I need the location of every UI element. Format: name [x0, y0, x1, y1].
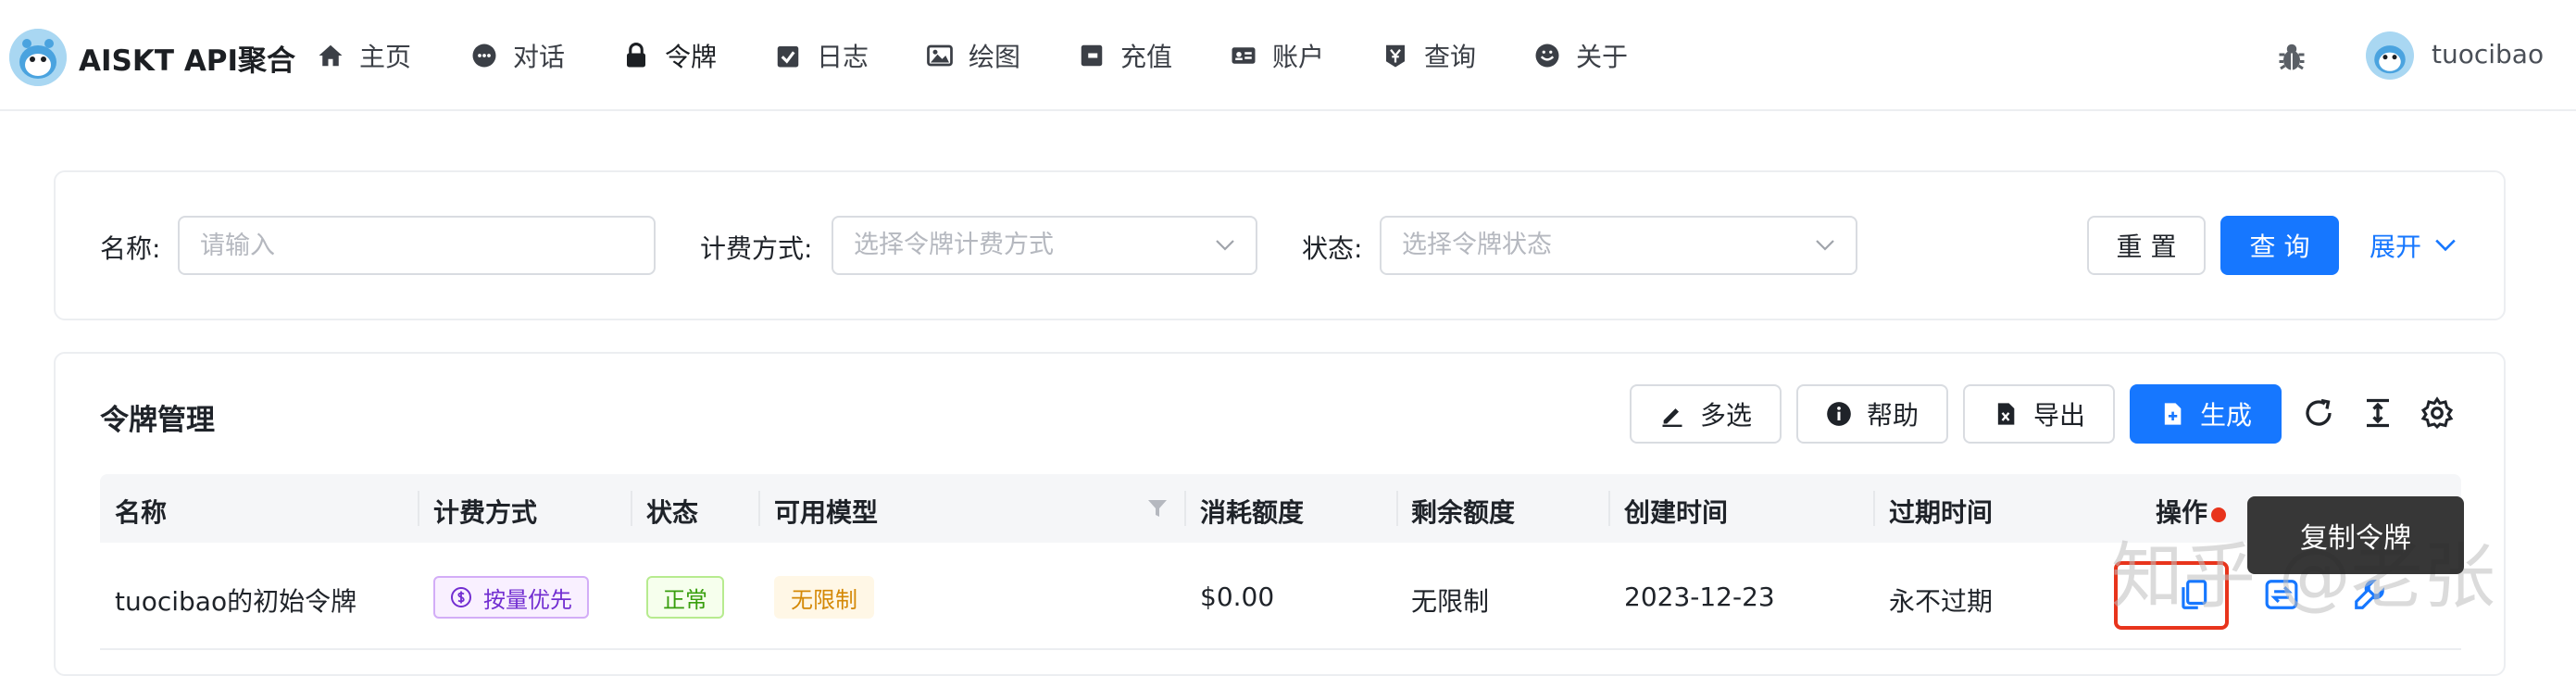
column-divider	[1184, 491, 1186, 526]
nav-label-query: 查询	[1424, 42, 1477, 72]
copy-token-tooltip: 复制令牌	[2247, 496, 2464, 574]
billing-tag-label: 按量优先	[483, 586, 572, 613]
user-name[interactable]: tuocibao	[2432, 39, 2544, 69]
status-filter-select[interactable]: 选择令牌状态	[1380, 216, 1857, 275]
nav-label-logs: 日志	[817, 42, 869, 72]
column-divider	[418, 491, 419, 526]
nav-item-query[interactable]: 查询	[1382, 37, 1476, 74]
home-icon	[319, 44, 343, 67]
row-divider	[100, 648, 2461, 650]
billing-filter-placeholder: 选择令牌计费方式	[854, 231, 1054, 259]
filter-icon[interactable]	[1146, 497, 1169, 520]
status-badge: 正常	[646, 576, 724, 619]
help-label: 帮助	[1866, 400, 1919, 431]
card-title: 令牌管理	[100, 404, 215, 437]
help-button[interactable]: 帮助	[1796, 384, 1948, 444]
nav-item-chat[interactable]: 对话	[470, 37, 565, 74]
chat-icon	[472, 44, 496, 68]
column-divider	[1873, 491, 1875, 526]
export-label: 导出	[2032, 400, 2085, 431]
column-header-billing[interactable]: 计费方式	[433, 493, 537, 530]
chevron-down-icon	[1216, 240, 1234, 251]
column-header-name[interactable]: 名称	[115, 493, 167, 530]
cell-expires: 永不过期	[1889, 586, 1994, 617]
excel-file-icon	[1997, 403, 2015, 425]
multi-select-button[interactable]: 多选	[1630, 384, 1782, 444]
nav-label-account: 账户	[1272, 42, 1325, 72]
wallet-icon	[1081, 44, 1103, 67]
nav-label-about: 关于	[1576, 42, 1629, 72]
logo-icon[interactable]	[9, 29, 67, 86]
nav-label-tokens: 令牌	[665, 42, 718, 72]
billing-filter-select[interactable]: 选择令牌计费方式	[832, 216, 1257, 275]
smile-icon	[1535, 44, 1559, 68]
yen-icon	[1386, 44, 1405, 68]
id-card-icon	[1232, 47, 1256, 64]
generate-button[interactable]: 生成	[2130, 384, 2282, 444]
nav-label-recharge: 充值	[1120, 42, 1173, 72]
nav-item-account[interactable]: 账户	[1230, 37, 1324, 74]
column-divider	[631, 491, 632, 526]
top-navbar: AISKT API聚合 主页 对话 令牌 日志 绘图 充值 账户 查询 关于 t…	[0, 0, 2576, 111]
column-divider	[1396, 491, 1398, 526]
file-add-icon	[2164, 403, 2182, 425]
expand-toggle[interactable]: 展开	[2363, 216, 2463, 275]
multi-select-label: 多选	[1699, 400, 1752, 431]
billing-tag: 按量优先	[433, 576, 589, 619]
edit-icon	[1662, 408, 1682, 427]
column-header-created[interactable]: 创建时间	[1624, 493, 1728, 530]
column-header-remaining-quota[interactable]: 剩余额度	[1411, 493, 1515, 530]
image-icon	[927, 44, 953, 67]
billing-filter-label: 计费方式:	[700, 233, 813, 264]
cell-used-quota: $0.00	[1200, 582, 1275, 612]
nav-item-tokens[interactable]: 令牌	[622, 37, 717, 74]
nav-item-about[interactable]: 关于	[1533, 37, 1628, 74]
models-tag: 无限制	[774, 576, 874, 619]
column-height-icon[interactable]	[2361, 396, 2395, 430]
expand-label: 展开	[2369, 232, 2421, 262]
reset-button[interactable]: 重 置	[2087, 216, 2206, 275]
chevron-down-icon	[1816, 240, 1834, 251]
info-icon	[1827, 402, 1851, 426]
dollar-circle-icon	[451, 587, 471, 607]
avatar[interactable]	[2366, 31, 2414, 80]
cell-token-name: tuocibao的初始令牌	[115, 586, 357, 617]
name-filter-input[interactable]	[178, 216, 656, 275]
column-header-expires[interactable]: 过期时间	[1889, 493, 1993, 530]
column-divider	[1608, 491, 1610, 526]
brand-title[interactable]: AISKT API聚合	[79, 37, 295, 79]
nav-label-chat: 对话	[513, 42, 566, 72]
bug-icon[interactable]	[2275, 41, 2308, 74]
settings-icon[interactable]	[2420, 396, 2454, 430]
calendar-check-icon	[777, 46, 799, 68]
cell-remaining-quota: 无限制	[1411, 586, 1490, 617]
column-header-models[interactable]: 可用模型	[774, 493, 878, 530]
status-filter-placeholder: 选择令牌状态	[1402, 231, 1552, 259]
nav-item-home[interactable]: 主页	[317, 37, 411, 74]
column-divider	[758, 491, 760, 526]
notification-dot	[2211, 507, 2226, 522]
nav-item-drawing[interactable]: 绘图	[926, 37, 1020, 74]
query-button[interactable]: 查 询	[2220, 216, 2339, 275]
refresh-icon[interactable]	[2302, 396, 2335, 430]
nav-item-recharge[interactable]: 充值	[1078, 37, 1172, 74]
cell-created-date: 2023-12-23	[1624, 582, 1775, 612]
column-header-used-quota[interactable]: 消耗额度	[1200, 493, 1304, 530]
generate-label: 生成	[2199, 400, 2252, 431]
nav-item-logs[interactable]: 日志	[774, 37, 869, 74]
lock-icon	[627, 42, 645, 68]
name-filter-label: 名称:	[100, 233, 161, 264]
export-button[interactable]: 导出	[1963, 384, 2115, 444]
chevron-down-icon	[2435, 239, 2456, 252]
column-header-status[interactable]: 状态	[646, 493, 698, 530]
nav-label-drawing: 绘图	[969, 42, 1021, 72]
nav-label-home: 主页	[359, 42, 412, 72]
status-filter-label: 状态:	[1302, 233, 1363, 264]
